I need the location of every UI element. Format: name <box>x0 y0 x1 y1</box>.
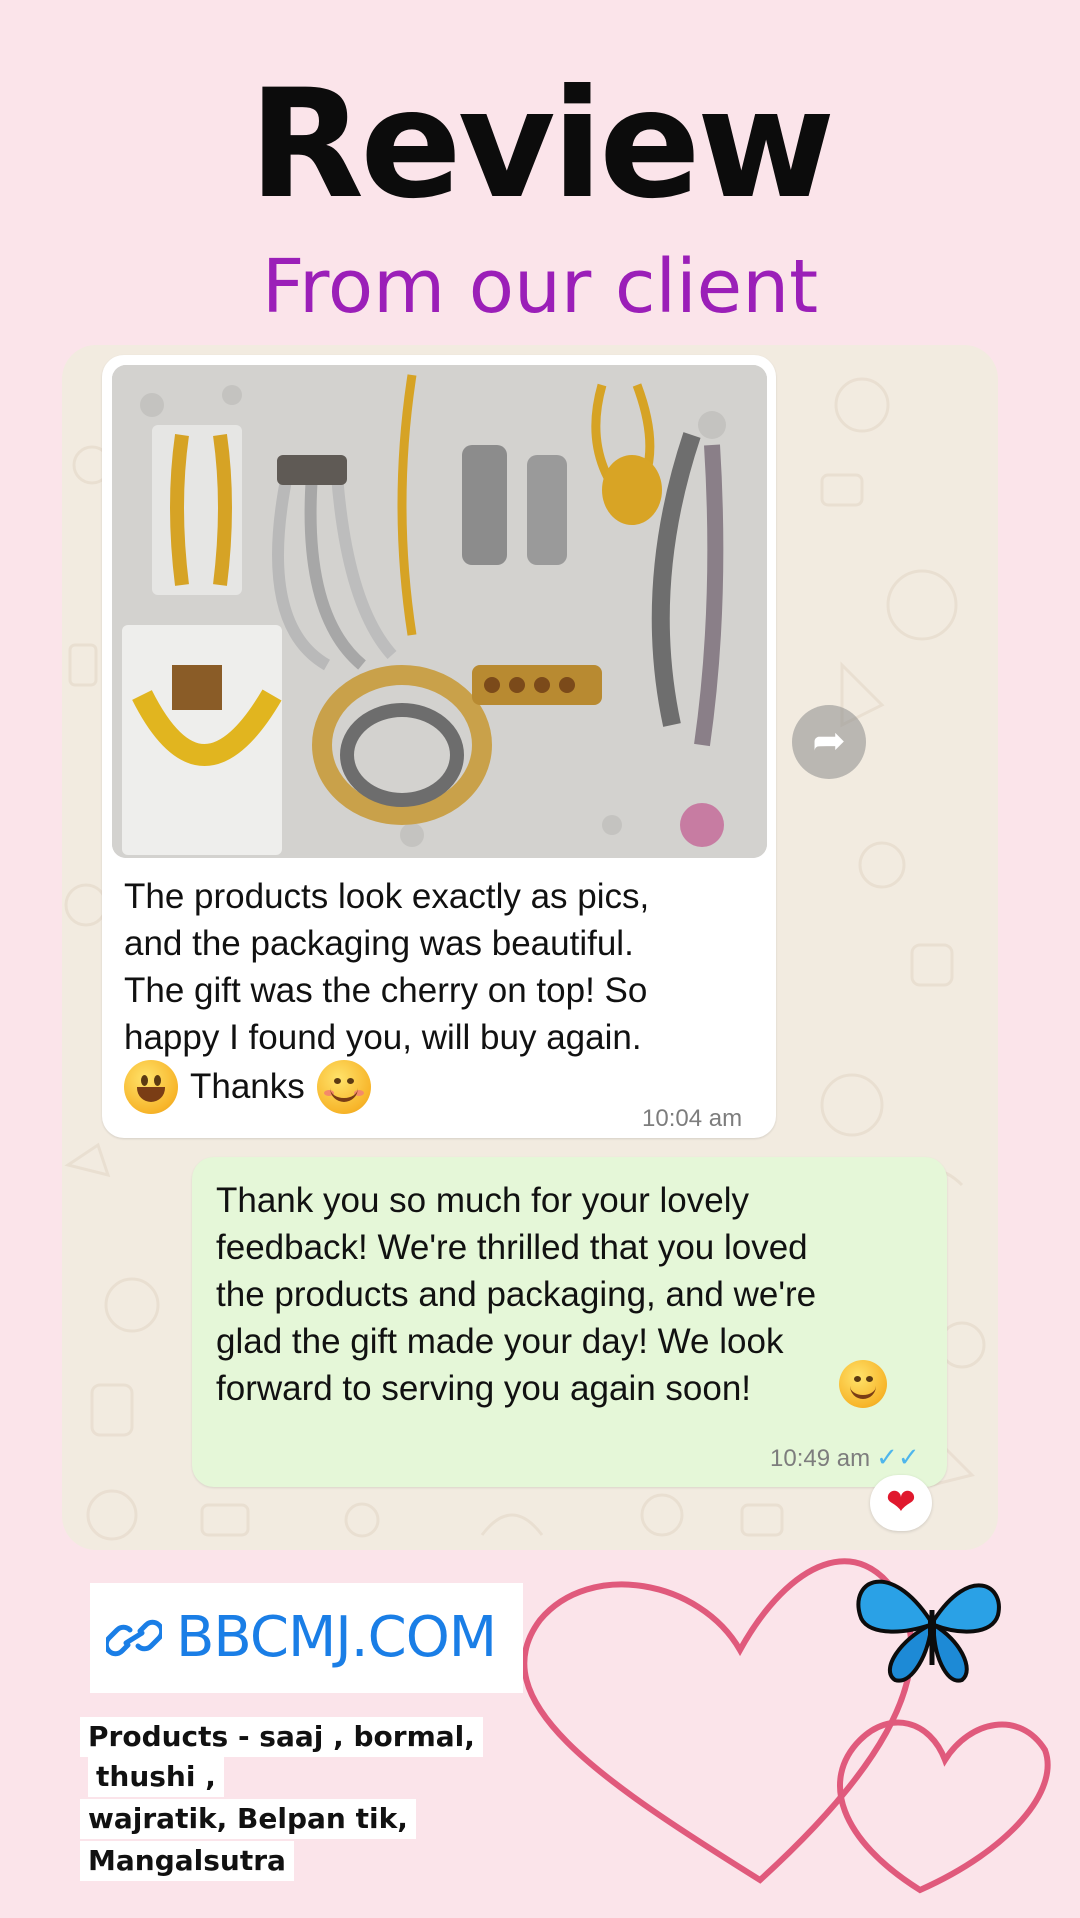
website-link[interactable]: BBCMJ.COM <box>90 1583 523 1693</box>
website-link-text[interactable]: BBCMJ.COM <box>176 1605 497 1671</box>
products-line-3: wajratik, Belpan tik, <box>80 1799 416 1839</box>
small-heart-icon <box>837 1719 1051 1894</box>
butterfly-icon <box>856 1579 1001 1683</box>
link-icon <box>106 1619 162 1657</box>
products-line-1: Products - saaj , bormal, <box>80 1717 483 1757</box>
products-line-2: thushi , <box>88 1757 224 1797</box>
products-line-4: Mangalsutra <box>80 1841 294 1881</box>
